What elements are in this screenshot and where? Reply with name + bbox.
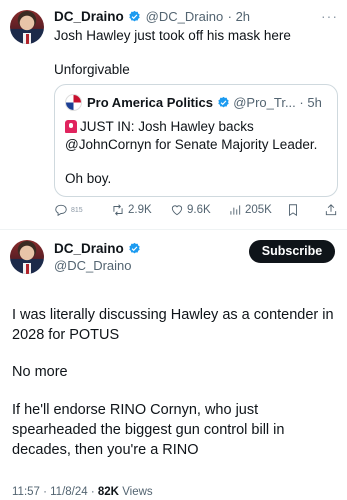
bookmark-button[interactable] <box>286 203 300 217</box>
post-meta: 11:57 · 11/8/24 · 82K Views <box>12 486 153 498</box>
bookmark-icon <box>289 204 297 217</box>
quoted-avatar[interactable] <box>65 94 82 111</box>
reply-button[interactable]: 815 <box>54 203 83 217</box>
author-name[interactable]: DC_Draino <box>54 241 124 256</box>
quoted-text-line: JUST IN: Josh Hawley backs <box>65 119 254 134</box>
timestamp[interactable]: 11:57 · 11/8/24 · <box>12 486 98 498</box>
repost-count: 2.9K <box>128 204 152 216</box>
reply-count: 815 <box>71 206 83 214</box>
views-button[interactable]: 205K <box>228 203 272 217</box>
avatar[interactable] <box>10 10 44 44</box>
post-text-line: decades, then you're a RINO <box>12 442 199 458</box>
reply-icon <box>55 204 67 217</box>
views-total: 82K <box>97 486 119 498</box>
quoted-text-line: @JohnCornyn for Senate Majority Leader. <box>65 137 318 152</box>
post-text-line: No more <box>12 364 68 380</box>
post-header: DC_Draino @DC_Draino · 2h <box>54 8 250 26</box>
post-text-line: 2028 for POTUS <box>12 327 120 343</box>
more-options-icon[interactable]: ··· <box>321 8 338 24</box>
repost-button[interactable]: 2.9K <box>111 203 152 217</box>
quoted-text: JUST IN: Josh Hawley backs <box>80 119 254 134</box>
like-count: 9.6K <box>187 204 211 216</box>
author-handle[interactable]: @DC_Draino <box>146 9 224 24</box>
share-button[interactable] <box>324 203 338 217</box>
like-button[interactable]: 9.6K <box>170 203 211 217</box>
quoted-author-handle[interactable]: @Pro_Tr... <box>233 95 296 110</box>
verified-badge-icon <box>129 10 140 22</box>
quoted-time: · 5h <box>299 95 322 110</box>
avatar[interactable] <box>10 240 44 274</box>
author-handle[interactable]: @DC_Draino <box>54 258 132 273</box>
quoted-text-line: Oh boy. <box>65 171 112 186</box>
verified-badge-icon <box>217 96 229 108</box>
post-text-line: spearheaded the biggest gun control bill… <box>12 422 285 438</box>
views-icon <box>230 205 241 215</box>
heart-icon <box>171 205 183 216</box>
siren-icon <box>65 120 77 133</box>
share-icon <box>325 204 337 216</box>
repost-icon <box>113 204 123 216</box>
quoted-post[interactable]: Pro America Politics @Pro_Tr... · 5h JUS… <box>54 84 338 197</box>
post-time[interactable]: · 2h <box>228 9 250 24</box>
action-bar: 815 2.9K 9.6K 205K <box>54 203 340 223</box>
post-header: DC_Draino <box>54 240 141 258</box>
post-text-line: I was literally discussing Hawley as a c… <box>12 307 334 323</box>
post-text-line: If he'll endorse RINO Cornyn, who just <box>12 402 259 418</box>
divider <box>0 229 347 230</box>
views-count: 205K <box>245 204 272 216</box>
post-text-extra: Unforgivable <box>54 62 130 77</box>
quoted-author-name[interactable]: Pro America Politics <box>87 95 213 110</box>
quoted-header: Pro America Politics @Pro_Tr... · 5h <box>87 95 322 110</box>
views-label: Views <box>119 486 153 498</box>
post-text: Josh Hawley just took off his mask here <box>54 28 291 43</box>
author-name[interactable]: DC_Draino <box>54 9 124 24</box>
subscribe-button[interactable]: Subscribe <box>249 240 335 263</box>
verified-badge-icon <box>129 242 140 254</box>
